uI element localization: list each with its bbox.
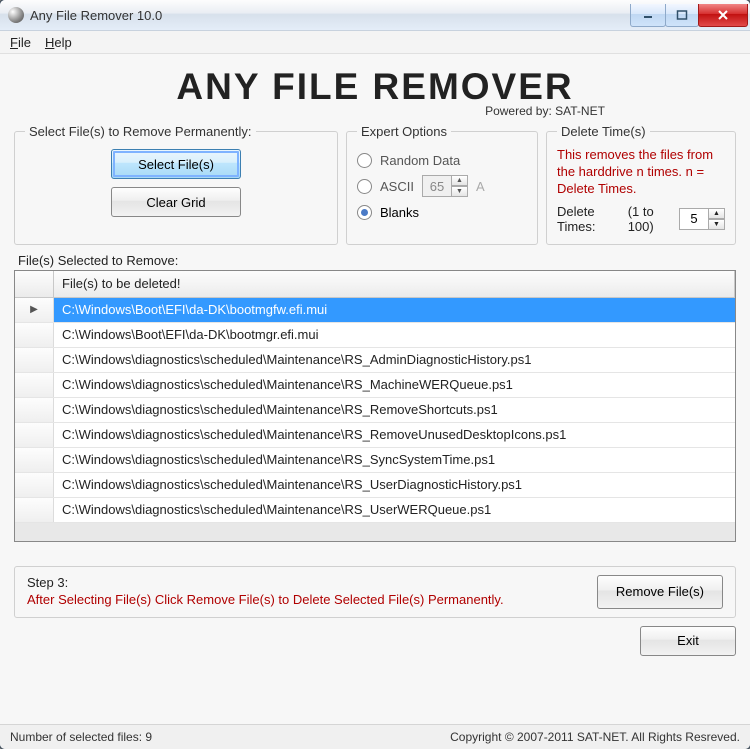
row-gutter — [15, 323, 54, 347]
delete-times-range: (1 to 100) — [628, 204, 673, 234]
option-label: ASCII — [380, 179, 414, 194]
row-gutter — [15, 373, 54, 397]
file-path-cell: C:\Windows\Boot\EFI\da-DK\bootmgfw.efi.m… — [54, 298, 735, 322]
grid-empty-area — [15, 523, 735, 541]
files-grid: File(s) to be deleted! ▶C:\Windows\Boot\… — [14, 270, 736, 542]
maximize-button[interactable] — [665, 4, 699, 27]
select-files-legend: Select File(s) to Remove Permanently: — [25, 124, 256, 139]
status-bar: Number of selected files: 9 Copyright © … — [0, 724, 750, 749]
radio-icon — [357, 179, 372, 194]
table-row[interactable]: C:\Windows\Boot\EFI\da-DK\bootmgr.efi.mu… — [15, 323, 735, 348]
row-gutter — [15, 473, 54, 497]
delete-times-spinner[interactable]: ▲ ▼ — [679, 208, 725, 230]
logo: ANY FILE REMOVER Powered by: SAT-NET — [14, 66, 736, 118]
file-path-cell: C:\Windows\diagnostics\scheduled\Mainten… — [54, 473, 735, 497]
table-row[interactable]: C:\Windows\diagnostics\scheduled\Mainten… — [15, 373, 735, 398]
row-gutter — [15, 398, 54, 422]
row-gutter — [15, 348, 54, 372]
grid-body: ▶C:\Windows\Boot\EFI\da-DK\bootmgfw.efi.… — [15, 298, 735, 541]
delete-times-group: Delete Time(s) This removes the files fr… — [546, 124, 736, 245]
expert-options-legend: Expert Options — [357, 124, 451, 139]
select-files-button[interactable]: Select File(s) — [111, 149, 241, 179]
step3-panel: Step 3: After Selecting File(s) Click Re… — [14, 566, 736, 618]
ascii-suffix: A — [476, 179, 485, 194]
table-row[interactable]: C:\Windows\diagnostics\scheduled\Mainten… — [15, 448, 735, 473]
file-path-cell: C:\Windows\diagnostics\scheduled\Mainten… — [54, 373, 735, 397]
minimize-button[interactable] — [630, 4, 666, 27]
window-title: Any File Remover 10.0 — [30, 8, 631, 23]
table-row[interactable]: C:\Windows\diagnostics\scheduled\Mainten… — [15, 398, 735, 423]
delete-times-legend: Delete Time(s) — [557, 124, 650, 139]
table-row[interactable]: C:\Windows\diagnostics\scheduled\Mainten… — [15, 498, 735, 523]
spin-down-icon[interactable]: ▼ — [709, 219, 725, 230]
ascii-value-input[interactable] — [422, 175, 452, 197]
menu-help[interactable]: Help — [45, 35, 72, 50]
app-title: ANY FILE REMOVER — [14, 66, 736, 108]
option-random-data[interactable]: Random Data — [357, 147, 527, 173]
step3-label: Step 3: — [27, 575, 583, 590]
client-area: ANY FILE REMOVER Powered by: SAT-NET Sel… — [0, 54, 750, 724]
menu-file[interactable]: File — [10, 35, 31, 50]
delete-warning: This removes the files from the harddriv… — [557, 147, 725, 198]
spin-down-icon[interactable]: ▼ — [452, 186, 468, 197]
grid-label: File(s) Selected to Remove: — [18, 253, 736, 268]
row-gutter: ▶ — [15, 298, 54, 322]
table-row[interactable]: C:\Windows\diagnostics\scheduled\Mainten… — [15, 423, 735, 448]
spin-up-icon[interactable]: ▲ — [452, 175, 468, 186]
table-row[interactable]: ▶C:\Windows\Boot\EFI\da-DK\bootmgfw.efi.… — [15, 298, 735, 323]
option-blanks[interactable]: Blanks — [357, 199, 527, 225]
row-gutter — [15, 448, 54, 472]
option-label: Blanks — [380, 205, 419, 220]
file-path-cell: C:\Windows\Boot\EFI\da-DK\bootmgr.efi.mu… — [54, 323, 735, 347]
clear-grid-button[interactable]: Clear Grid — [111, 187, 241, 217]
close-button[interactable] — [698, 4, 748, 27]
step3-instruction: After Selecting File(s) Click Remove Fil… — [27, 592, 583, 609]
file-path-cell: C:\Windows\diagnostics\scheduled\Mainten… — [54, 398, 735, 422]
grid-gutter-header[interactable] — [15, 271, 54, 297]
status-copyright: Copyright © 2007-2011 SAT-NET. All Right… — [450, 730, 740, 744]
option-ascii[interactable]: ASCII ▲ ▼ A — [357, 173, 527, 199]
table-row[interactable]: C:\Windows\diagnostics\scheduled\Mainten… — [15, 348, 735, 373]
file-path-cell: C:\Windows\diagnostics\scheduled\Mainten… — [54, 498, 735, 522]
option-label: Random Data — [380, 153, 460, 168]
expert-options-group: Expert Options Random Data ASCII ▲ ▼ — [346, 124, 538, 245]
top-controls: Select File(s) to Remove Permanently: Se… — [14, 124, 736, 245]
menubar: File Help — [0, 31, 750, 54]
status-selected-count: Number of selected files: 9 — [10, 730, 152, 744]
select-files-group: Select File(s) to Remove Permanently: Se… — [14, 124, 338, 245]
row-gutter — [15, 423, 54, 447]
file-path-cell: C:\Windows\diagnostics\scheduled\Mainten… — [54, 423, 735, 447]
window-controls — [631, 4, 748, 26]
spin-up-icon[interactable]: ▲ — [709, 208, 725, 219]
table-row[interactable]: C:\Windows\diagnostics\scheduled\Mainten… — [15, 473, 735, 498]
ascii-spinner[interactable]: ▲ ▼ — [422, 175, 468, 197]
exit-button[interactable]: Exit — [640, 626, 736, 656]
delete-times-label: Delete Times: — [557, 204, 622, 234]
grid-header: File(s) to be deleted! — [15, 271, 735, 298]
delete-times-input[interactable] — [679, 208, 709, 230]
titlebar[interactable]: Any File Remover 10.0 — [0, 0, 750, 31]
radio-icon — [357, 205, 372, 220]
file-path-cell: C:\Windows\diagnostics\scheduled\Mainten… — [54, 348, 735, 372]
radio-icon — [357, 153, 372, 168]
grid-column-header[interactable]: File(s) to be deleted! — [54, 271, 735, 297]
file-path-cell: C:\Windows\diagnostics\scheduled\Mainten… — [54, 448, 735, 472]
row-gutter — [15, 498, 54, 522]
remove-files-button[interactable]: Remove File(s) — [597, 575, 723, 609]
app-window: Any File Remover 10.0 File Help ANY FILE… — [0, 0, 750, 749]
app-icon — [8, 7, 24, 23]
